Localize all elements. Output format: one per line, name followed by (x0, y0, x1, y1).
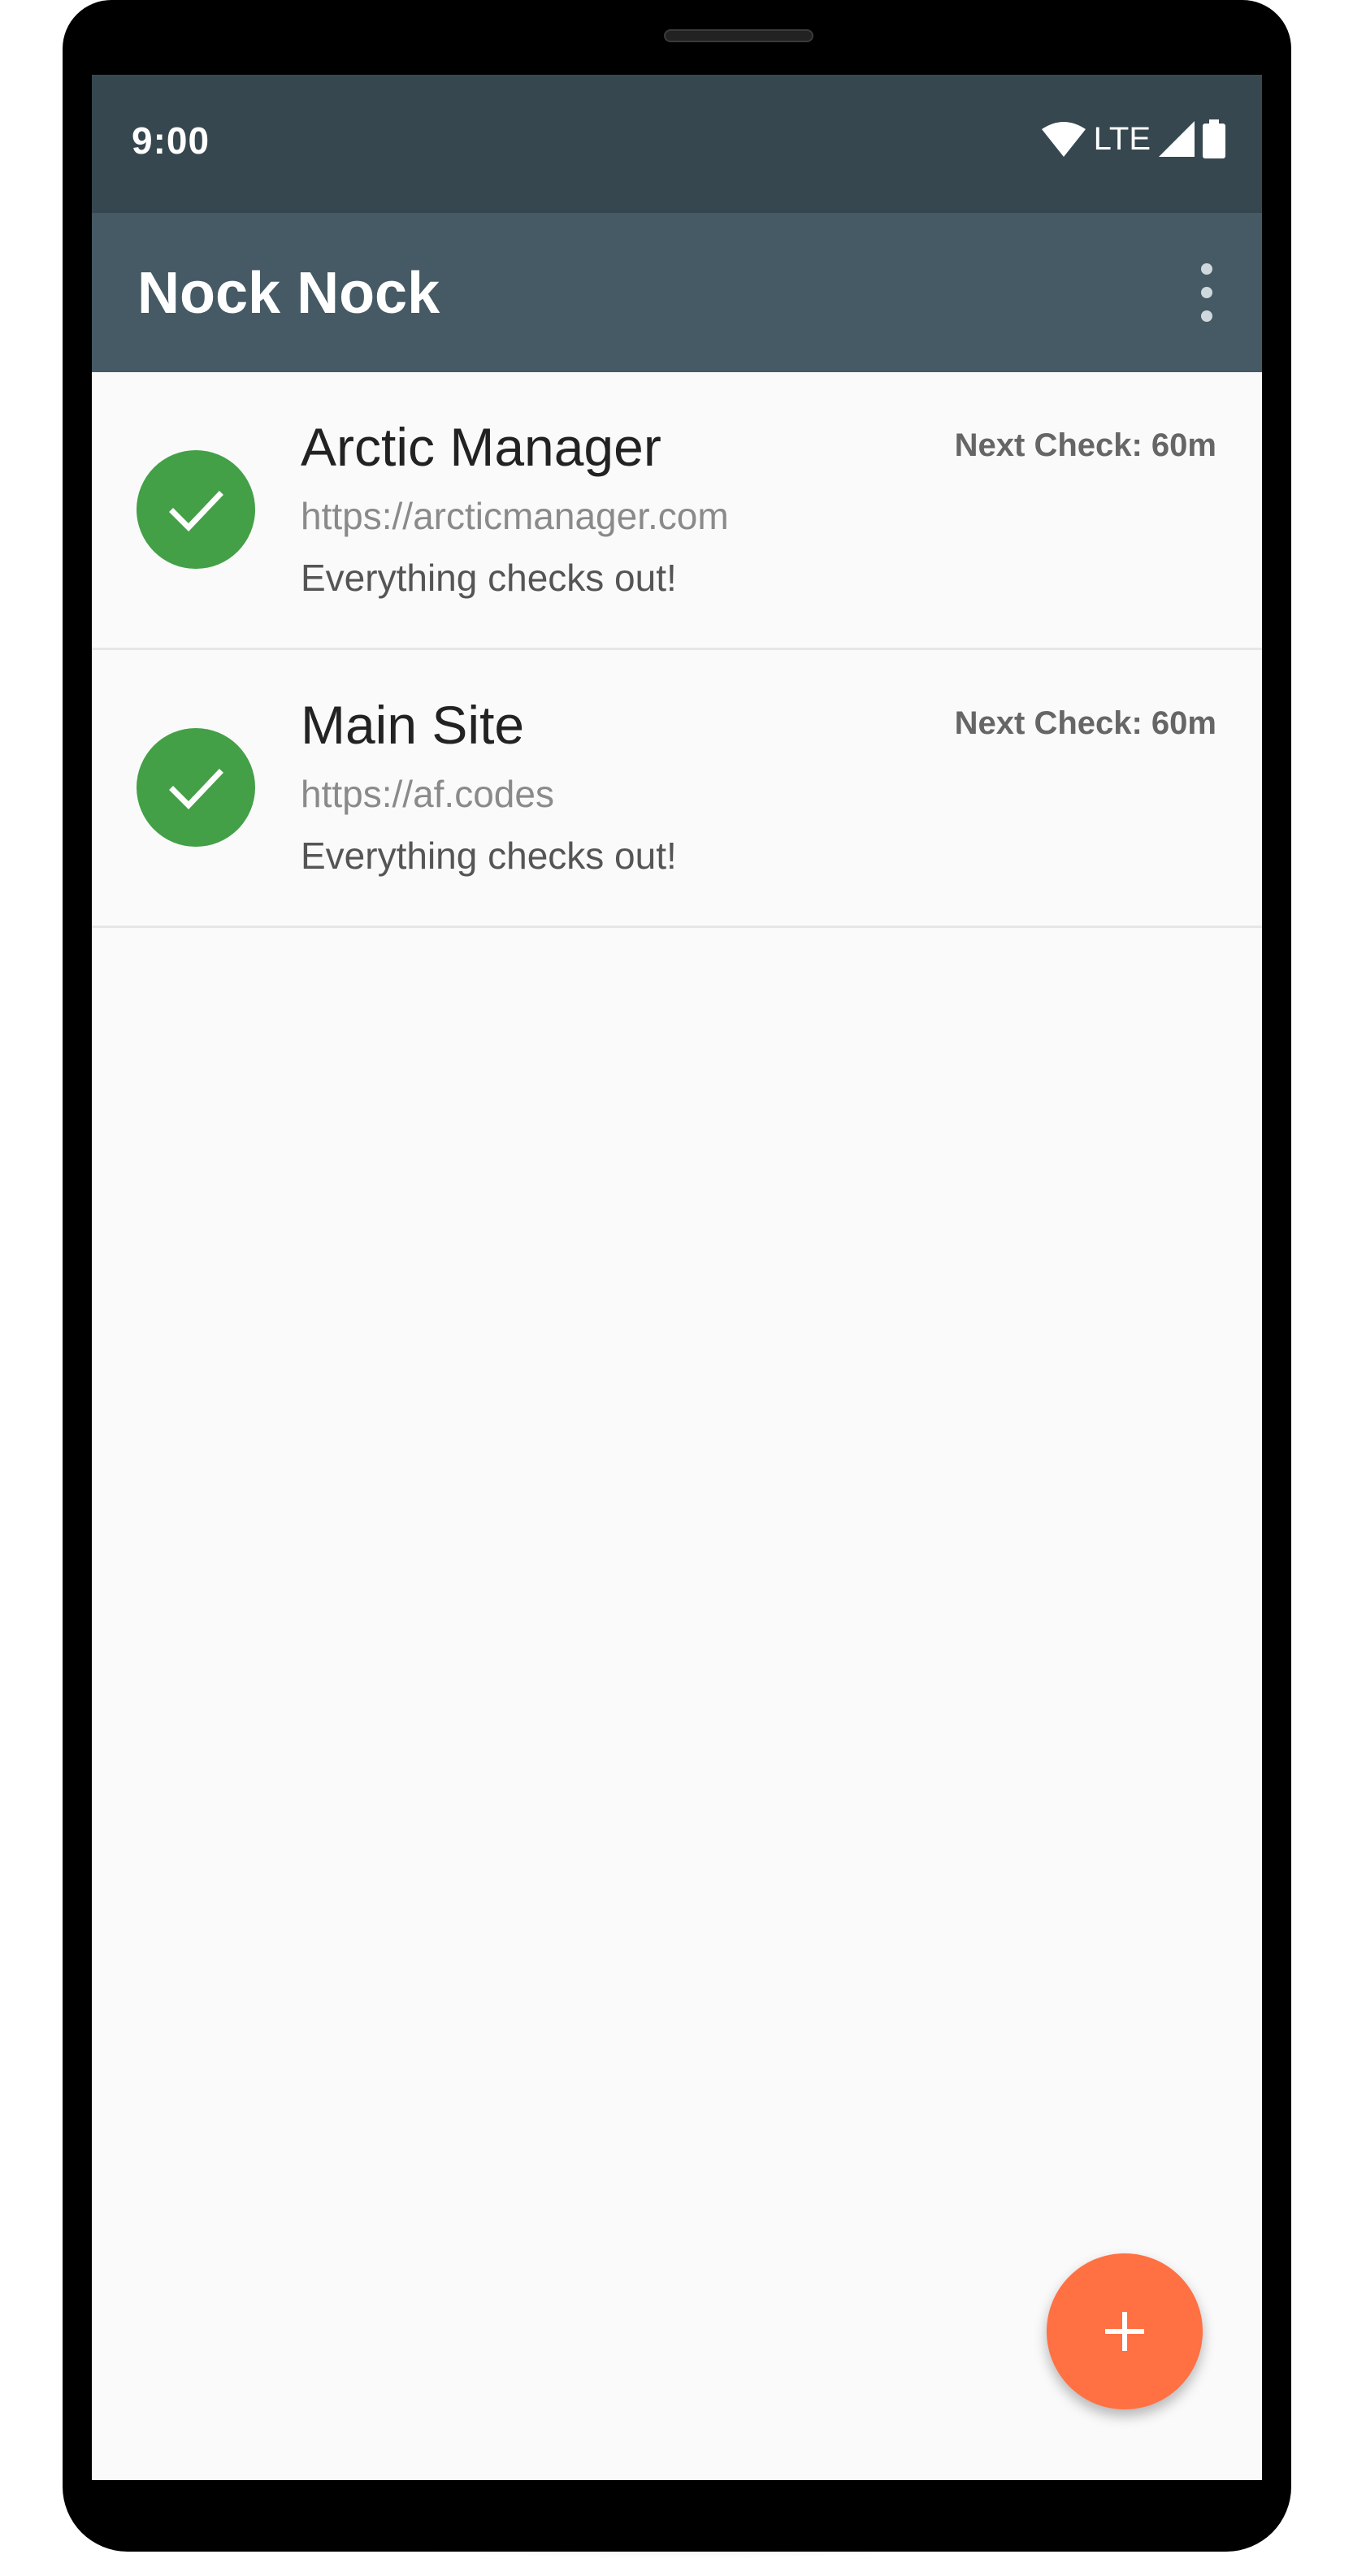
overflow-menu-dot (1201, 263, 1212, 275)
wifi-icon (1041, 122, 1086, 157)
check-icon (169, 769, 223, 810)
status-time: 9:00 (132, 119, 210, 162)
overflow-menu-icon[interactable] (1190, 263, 1223, 322)
site-url: https://arcticmanager.com (301, 495, 729, 537)
signal-icon (1159, 121, 1195, 157)
overflow-menu-dot (1201, 287, 1212, 298)
site-url: https://af.codes (301, 773, 554, 815)
site-list-item[interactable]: Main Site https://af.codes Everything ch… (92, 650, 1262, 928)
page: 9:00 LTE Nock Nock Arctic Manager https:… (0, 0, 1353, 2576)
site-name: Main Site (301, 695, 525, 755)
speaker-grille (664, 29, 813, 42)
app-title: Nock Nock (137, 261, 440, 326)
network-type-label: LTE (1093, 120, 1151, 157)
status-ok-indicator (137, 728, 255, 847)
next-check-label: Next Check: 60m (954, 427, 1216, 463)
battery-icon (1203, 119, 1225, 158)
status-ok-indicator (137, 450, 255, 569)
app-bar: Nock Nock (92, 213, 1262, 372)
status-icons: LTE (1041, 117, 1225, 161)
site-status-message: Everything checks out! (301, 557, 677, 599)
site-name: Arctic Manager (301, 417, 661, 477)
site-status-message: Everything checks out! (301, 835, 677, 877)
next-check-label: Next Check: 60m (954, 705, 1216, 741)
add-site-button[interactable] (1047, 2253, 1203, 2409)
check-icon (169, 491, 223, 532)
add-icon (1105, 2312, 1144, 2351)
status-bar: 9:00 LTE (92, 75, 1262, 213)
site-list-item[interactable]: Arctic Manager https://arcticmanager.com… (92, 372, 1262, 650)
app-screen: 9:00 LTE Nock Nock Arctic Manager https:… (92, 75, 1262, 2480)
overflow-menu-dot (1201, 310, 1212, 322)
site-list: Arctic Manager https://arcticmanager.com… (92, 372, 1262, 928)
